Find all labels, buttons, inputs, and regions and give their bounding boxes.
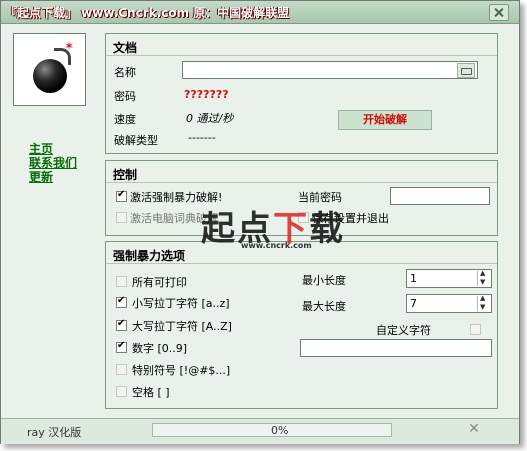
- crack-type-label: 破解类型: [114, 134, 158, 147]
- lowercase-checkbox[interactable]: [116, 295, 127, 308]
- document-group-title: 文档: [113, 41, 138, 55]
- divider: [106, 263, 497, 264]
- space-label: 空格 [ ]: [132, 386, 170, 399]
- lowercase-label: 小写拉丁字符 [a..z]: [132, 297, 230, 310]
- control-group-title: 控制: [113, 168, 138, 182]
- digits-checkbox[interactable]: [116, 340, 127, 353]
- crack-type-value: -------: [188, 131, 216, 144]
- special-label: 特别符号 [!@#$...]: [132, 364, 231, 377]
- password-label: 密码: [114, 90, 136, 103]
- custom-chars-field[interactable]: [300, 339, 492, 357]
- digits-label: 数字 [0..9]: [132, 342, 188, 355]
- watermark-url: www.cncrk.com: [241, 241, 312, 250]
- divider: [106, 55, 497, 56]
- uppercase-checkbox[interactable]: [116, 318, 127, 331]
- close-icon[interactable]: [489, 4, 509, 21]
- current-password-field[interactable]: [390, 187, 490, 205]
- progress-text: 0%: [271, 424, 289, 437]
- title-bar[interactable]: 『起点下载』 www.Cncrk.com 原：中国破解联盟: [1, 1, 519, 24]
- document-group: 文档 名称 密码 ??????? 速度 0 通过/秒 开始破解 破解类型 ---…: [105, 33, 498, 154]
- nav-update-link[interactable]: 更新: [29, 168, 53, 185]
- spark-icon: ✶: [64, 39, 75, 53]
- watermark-text-right: 载: [309, 209, 345, 249]
- max-length-spinner[interactable]: 7: [406, 294, 492, 313]
- name-field[interactable]: [182, 61, 478, 79]
- custom-chars-checkbox[interactable]: [470, 324, 481, 335]
- custom-chars-label: 自定义字符: [376, 324, 431, 337]
- window-title: 『起点下载』 www.Cncrk.com 原：中国破解联盟: [5, 6, 290, 20]
- brute-options-group: 强制暴力选项 所有可打印 小写拉丁字符 [a..z] 大写拉丁字符 [A..Z]…: [105, 241, 498, 409]
- spinner-arrows-icon[interactable]: [477, 294, 490, 311]
- speed-label: 速度: [114, 113, 136, 126]
- dictionary-checkbox[interactable]: [116, 212, 127, 223]
- min-length-value: 1: [410, 272, 417, 285]
- max-length-label: 最大长度: [302, 300, 346, 313]
- printable-checkbox[interactable]: [116, 276, 127, 287]
- bomb-logo: ✶: [13, 33, 86, 106]
- speed-value: 0 通过/秒: [186, 112, 234, 125]
- status-version-text: ray 汉化版: [27, 426, 82, 439]
- special-checkbox[interactable]: [116, 364, 127, 375]
- uppercase-label: 大写拉丁字符 [A..Z]: [132, 320, 232, 333]
- status-bar: ray 汉化版 0% ✕: [1, 418, 519, 444]
- divider: [106, 182, 497, 183]
- brute-options-title: 强制暴力选项: [113, 249, 186, 263]
- min-length-label: 最小长度: [302, 274, 346, 287]
- min-length-spinner[interactable]: 1: [406, 269, 492, 288]
- password-value: ???????: [184, 88, 229, 101]
- name-label: 名称: [114, 66, 136, 79]
- max-length-value: 7: [410, 297, 417, 310]
- bomb-icon: [33, 59, 67, 93]
- start-crack-button[interactable]: 开始破解: [338, 110, 432, 130]
- cancel-icon[interactable]: ✕: [467, 422, 481, 436]
- printable-label: 所有可打印: [132, 276, 187, 289]
- spinner-arrows-icon[interactable]: [477, 269, 490, 286]
- brute-force-checkbox[interactable]: [116, 189, 127, 202]
- app-window: 『起点下载』 www.Cncrk.com 原：中国破解联盟 ✶ 主页 联系我们 …: [0, 0, 520, 444]
- open-file-icon[interactable]: [457, 63, 475, 78]
- space-checkbox[interactable]: [116, 386, 127, 397]
